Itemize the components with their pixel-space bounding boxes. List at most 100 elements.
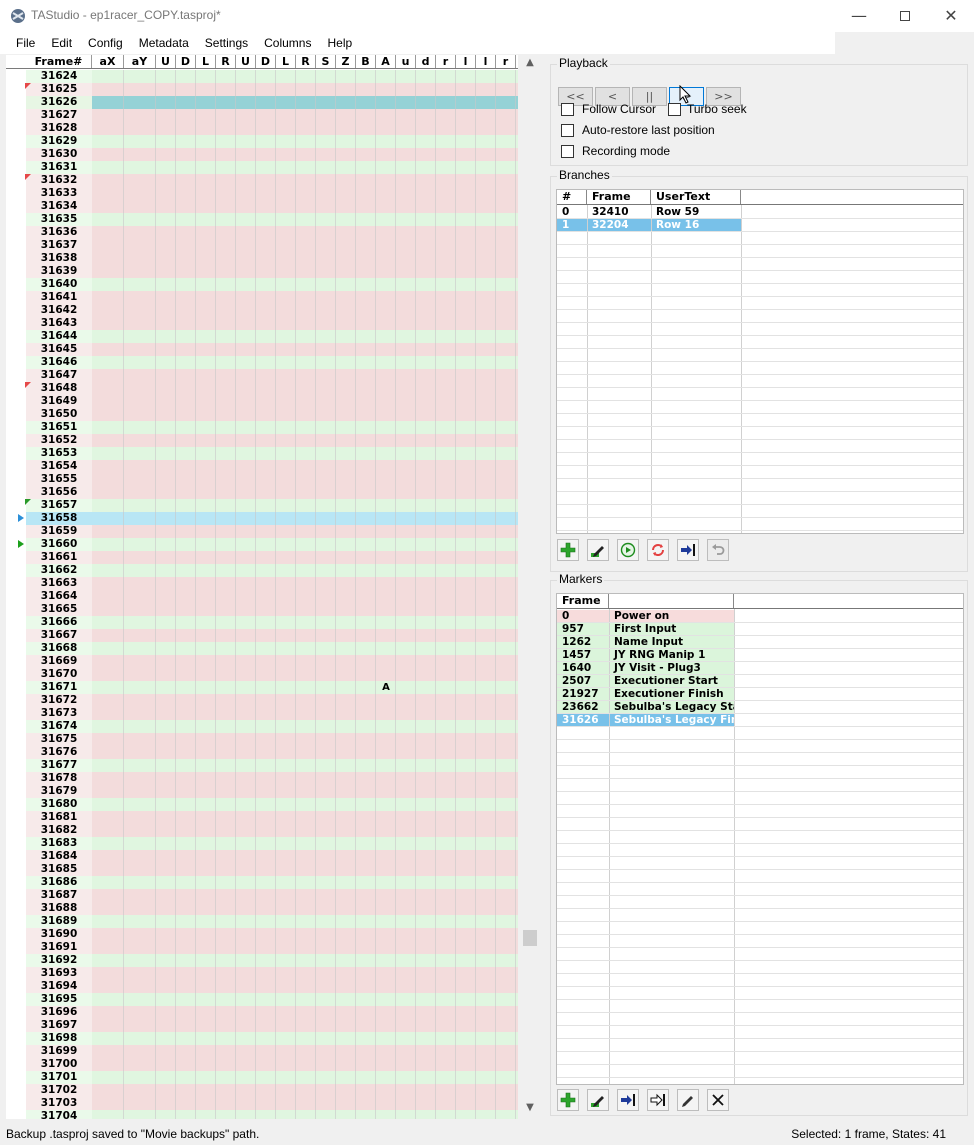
input-cell[interactable]	[196, 317, 216, 330]
input-cell[interactable]	[316, 1032, 336, 1045]
input-cell[interactable]	[456, 135, 476, 148]
input-cell[interactable]	[276, 694, 296, 707]
input-cell[interactable]	[356, 577, 376, 590]
input-cell[interactable]	[416, 239, 436, 252]
table-row[interactable]: 31686	[6, 876, 518, 889]
input-cell[interactable]	[476, 499, 496, 512]
input-cell[interactable]	[436, 863, 456, 876]
input-cell[interactable]	[176, 798, 196, 811]
input-cell[interactable]	[296, 525, 316, 538]
input-cell[interactable]	[356, 330, 376, 343]
input-cell[interactable]	[396, 499, 416, 512]
input-cell[interactable]	[396, 304, 416, 317]
input-cell[interactable]	[236, 213, 256, 226]
input-cell[interactable]	[376, 811, 396, 824]
input-cell[interactable]	[336, 135, 356, 148]
input-cell[interactable]	[376, 772, 396, 785]
input-cell[interactable]	[176, 499, 196, 512]
input-cell[interactable]	[496, 382, 516, 395]
input-cell[interactable]	[156, 967, 176, 980]
input-cell[interactable]	[316, 564, 336, 577]
input-cell[interactable]	[236, 1006, 256, 1019]
input-cell[interactable]	[356, 538, 376, 551]
input-cell[interactable]	[376, 603, 396, 616]
input-cell[interactable]	[176, 239, 196, 252]
input-cell[interactable]	[296, 239, 316, 252]
input-cell[interactable]	[256, 122, 276, 135]
input-cell[interactable]	[416, 265, 436, 278]
table-row[interactable]: 31682	[6, 824, 518, 837]
input-cell[interactable]	[236, 239, 256, 252]
input-cell[interactable]	[416, 226, 436, 239]
input-cell[interactable]	[92, 590, 124, 603]
input-cell[interactable]	[216, 577, 236, 590]
input-cell[interactable]	[124, 733, 156, 746]
input-cell[interactable]	[356, 265, 376, 278]
input-cell[interactable]	[176, 590, 196, 603]
input-cell[interactable]	[476, 1006, 496, 1019]
input-cell[interactable]	[496, 577, 516, 590]
input-cell[interactable]	[476, 83, 496, 96]
input-cell[interactable]	[356, 395, 376, 408]
input-cell[interactable]	[496, 616, 516, 629]
input-cell[interactable]	[296, 642, 316, 655]
input-cell[interactable]	[196, 434, 216, 447]
input-cell[interactable]	[436, 304, 456, 317]
input-cell[interactable]	[376, 265, 396, 278]
input-cell[interactable]	[92, 1045, 124, 1058]
input-cell[interactable]	[356, 603, 376, 616]
input-cell[interactable]	[436, 148, 456, 161]
input-cell[interactable]	[396, 902, 416, 915]
input-cell[interactable]	[124, 668, 156, 681]
input-cell[interactable]	[476, 369, 496, 382]
input-cell[interactable]	[216, 993, 236, 1006]
input-cell[interactable]	[124, 837, 156, 850]
input-cell[interactable]	[176, 83, 196, 96]
input-cell[interactable]	[316, 499, 336, 512]
input-cell[interactable]	[216, 733, 236, 746]
input-cell[interactable]	[124, 980, 156, 993]
input-cell[interactable]	[176, 655, 196, 668]
input-cell[interactable]	[436, 785, 456, 798]
input-cell[interactable]	[376, 941, 396, 954]
input-cell[interactable]	[496, 434, 516, 447]
input-cell[interactable]	[436, 655, 456, 668]
input-cell[interactable]	[356, 720, 376, 733]
input-cell[interactable]	[92, 330, 124, 343]
input-cell[interactable]	[216, 655, 236, 668]
input-cell[interactable]	[496, 603, 516, 616]
input-cell[interactable]	[236, 551, 256, 564]
input-cell[interactable]	[416, 122, 436, 135]
input-cell[interactable]	[496, 239, 516, 252]
input-cell[interactable]	[416, 213, 436, 226]
input-cell[interactable]	[236, 252, 256, 265]
input-cell[interactable]	[376, 928, 396, 941]
input-cell[interactable]	[436, 1045, 456, 1058]
undo-branch-load-button[interactable]	[647, 539, 669, 561]
input-cell[interactable]	[216, 616, 236, 629]
input-cell[interactable]	[336, 421, 356, 434]
input-cell[interactable]	[156, 707, 176, 720]
input-cell[interactable]	[276, 96, 296, 109]
input-cell[interactable]	[176, 538, 196, 551]
input-cell[interactable]	[216, 330, 236, 343]
input-cell[interactable]	[376, 655, 396, 668]
input-cell[interactable]	[276, 668, 296, 681]
input-cell[interactable]	[336, 1110, 356, 1119]
input-cell[interactable]	[256, 1097, 276, 1110]
table-row[interactable]: 31687	[6, 889, 518, 902]
input-cell[interactable]	[92, 655, 124, 668]
input-cell[interactable]	[156, 850, 176, 863]
table-row[interactable]: 31698	[6, 1032, 518, 1045]
input-cell[interactable]	[416, 304, 436, 317]
input-cell[interactable]	[124, 499, 156, 512]
input-cell[interactable]	[256, 447, 276, 460]
input-cell[interactable]	[356, 122, 376, 135]
input-cell[interactable]	[316, 83, 336, 96]
input-cell[interactable]	[496, 226, 516, 239]
input-cell[interactable]	[316, 70, 336, 83]
input-cell[interactable]	[296, 850, 316, 863]
input-cell[interactable]	[356, 785, 376, 798]
input-cell[interactable]	[316, 967, 336, 980]
input-cell[interactable]	[416, 1032, 436, 1045]
